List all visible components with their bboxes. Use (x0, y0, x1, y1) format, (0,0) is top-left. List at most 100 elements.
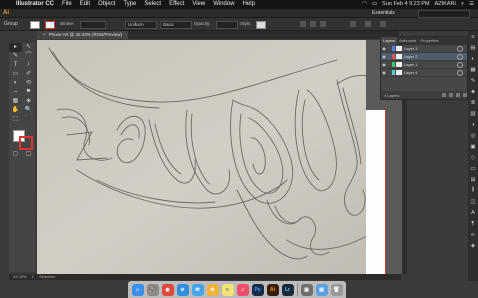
properties-icon[interactable]: ≡ (468, 31, 478, 42)
visibility-eye-icon[interactable]: ◉ (381, 62, 387, 67)
dock-music-icon[interactable]: ♫ (236, 283, 249, 296)
character-icon[interactable]: A (468, 207, 478, 218)
brushes-icon[interactable]: ✎ (468, 75, 478, 86)
artboards-icon[interactable]: ▭ (468, 163, 478, 174)
layer-name[interactable]: Layer 3 (404, 46, 457, 51)
menu-help[interactable]: Help (239, 0, 259, 9)
align-center-icon[interactable] (310, 21, 316, 27)
dock-chrome-icon[interactable]: ◉ (161, 283, 174, 296)
variable-width-dropdown[interactable]: Uniform (125, 21, 157, 29)
menu-select[interactable]: Select (140, 0, 165, 9)
target-icon[interactable] (457, 61, 463, 68)
transparency-icon[interactable]: ◑ (468, 119, 478, 130)
dock-lightroom-icon[interactable]: Lr (281, 283, 294, 296)
tab-layers[interactable]: Layers (381, 37, 398, 45)
user-name[interactable]: AZIKARI (435, 0, 456, 9)
dock-folder-icon[interactable]: ▤ (315, 283, 328, 296)
layers-icon[interactable]: ◇ (468, 152, 478, 163)
align-icon[interactable]: ⫼ (468, 185, 478, 196)
workspace-switcher[interactable]: Essentials (372, 10, 395, 16)
dock-launchpad-icon[interactable]: 🚀 (146, 283, 159, 296)
notification-icon[interactable]: ☰ (469, 0, 474, 9)
layer-row[interactable]: ◉ Layer 2 (381, 53, 467, 61)
eyedropper-tool-icon[interactable]: ⬛ (22, 115, 35, 124)
stroke-swatch[interactable] (45, 21, 55, 29)
transform-panel-icon[interactable]: ⊞ (468, 174, 478, 185)
make-clip-icon[interactable] (442, 93, 446, 97)
pathfinder-icon[interactable]: ◫ (468, 196, 478, 207)
symbols-icon[interactable]: ♣ (468, 86, 478, 97)
new-sublayer-icon[interactable] (449, 93, 453, 97)
dock-notes-icon[interactable]: ≡ (221, 283, 234, 296)
stock-search-input[interactable] (418, 10, 470, 18)
dock-photoshop-icon[interactable]: Ps (251, 283, 264, 296)
delete-layer-icon[interactable] (463, 93, 467, 97)
menu-object[interactable]: Object (94, 0, 119, 9)
canvas[interactable] (37, 40, 399, 274)
graph-tool-icon[interactable]: ▦ (9, 97, 22, 106)
opacity-field[interactable] (216, 21, 238, 29)
graphic-styles-icon[interactable]: ▣ (468, 141, 478, 152)
paragraph-icon[interactable]: ¶ (468, 218, 478, 229)
pencil-tool-icon[interactable]: ✐ (22, 70, 35, 79)
align-left-icon[interactable] (300, 21, 306, 27)
rectangle-tool-icon[interactable]: ▭ (9, 70, 22, 79)
menu-file[interactable]: File (58, 0, 76, 9)
selection-tool-icon[interactable]: ▸ (9, 43, 22, 52)
screen-mode-icon[interactable]: ▢ (22, 150, 35, 159)
gradient-icon[interactable]: ▧ (468, 108, 478, 119)
align-right-icon[interactable] (320, 21, 326, 27)
dock-safari-icon[interactable]: ⊘ (176, 283, 189, 296)
close-tab-icon[interactable]: × (43, 32, 46, 37)
stroke-weight-field[interactable] (80, 21, 106, 29)
menu-view[interactable]: View (188, 0, 209, 9)
battery-icon[interactable]: ▭ (372, 0, 377, 9)
shaper-tool-icon[interactable]: ◐ (9, 79, 22, 88)
menu-edit[interactable]: Edit (76, 0, 94, 9)
line-tool-icon[interactable]: / (22, 61, 35, 70)
gradient-tool-icon[interactable]: ◈ (22, 97, 35, 106)
transform-icon[interactable] (350, 21, 356, 27)
target-icon[interactable] (457, 69, 463, 76)
fill-swatch[interactable] (30, 21, 40, 29)
visibility-eye-icon[interactable]: ◉ (381, 46, 387, 51)
isolate-icon[interactable] (365, 21, 371, 27)
dock-finder-icon[interactable]: ☺ (131, 283, 144, 296)
dock-trash-icon[interactable]: 🗑 (330, 283, 343, 296)
width-tool-icon[interactable]: ⇔ (9, 88, 22, 97)
pen-tool-icon[interactable]: ✎ (9, 52, 22, 61)
layer-name[interactable]: Layer 4 (404, 70, 457, 75)
menu-window[interactable]: Window (209, 0, 238, 9)
status-info[interactable]: Selection (39, 274, 55, 279)
document-tab[interactable]: × Phone Art @ 33.33% (RGB/Preview) (37, 31, 128, 39)
appearance-icon[interactable]: ◎ (468, 130, 478, 141)
fill-stroke-widget[interactable] (9, 128, 35, 150)
zoom-level[interactable]: 33.33% (13, 274, 27, 279)
target-icon[interactable] (457, 45, 463, 52)
layer-name[interactable]: Layer 2 (404, 54, 457, 59)
hand-tool-icon[interactable]: ✋ (9, 106, 22, 115)
tab-properties[interactable]: Properties (418, 37, 440, 45)
graphic-style-swatch[interactable] (256, 21, 266, 29)
color-icon[interactable]: ◐ (468, 53, 478, 64)
stroke-icon[interactable]: ≣ (468, 97, 478, 108)
artboard-tool-icon[interactable]: ⬚ (9, 115, 22, 124)
clock[interactable]: Sun Feb 4 9:23 PM (382, 0, 429, 9)
draw-mode-icon[interactable]: ◻ (9, 150, 22, 159)
menu-effect[interactable]: Effect (165, 0, 188, 9)
target-icon[interactable] (457, 53, 463, 60)
links-icon[interactable]: ∞ (468, 229, 478, 240)
layer-row[interactable]: ◉ Layer 4 (381, 69, 467, 77)
menu-app[interactable]: Illustrator CC (12, 0, 58, 9)
new-layer-icon[interactable] (456, 93, 460, 97)
curvature-tool-icon[interactable]: ⌒ (22, 52, 35, 61)
visibility-eye-icon[interactable]: ◉ (381, 70, 387, 75)
symbol-tool-icon[interactable]: ⚑ (22, 88, 35, 97)
tab-artboards[interactable]: Artboards (397, 37, 418, 45)
zoom-tool-icon[interactable]: 🔍 (22, 106, 35, 115)
layer-name[interactable]: Layer 1 (404, 62, 457, 67)
type-tool-icon[interactable]: T (9, 61, 22, 70)
dock-illustrator-icon[interactable]: Ai (266, 283, 279, 296)
wifi-icon[interactable]: ◠ (362, 0, 367, 9)
direct-selection-tool-icon[interactable]: ↖ (22, 43, 35, 52)
